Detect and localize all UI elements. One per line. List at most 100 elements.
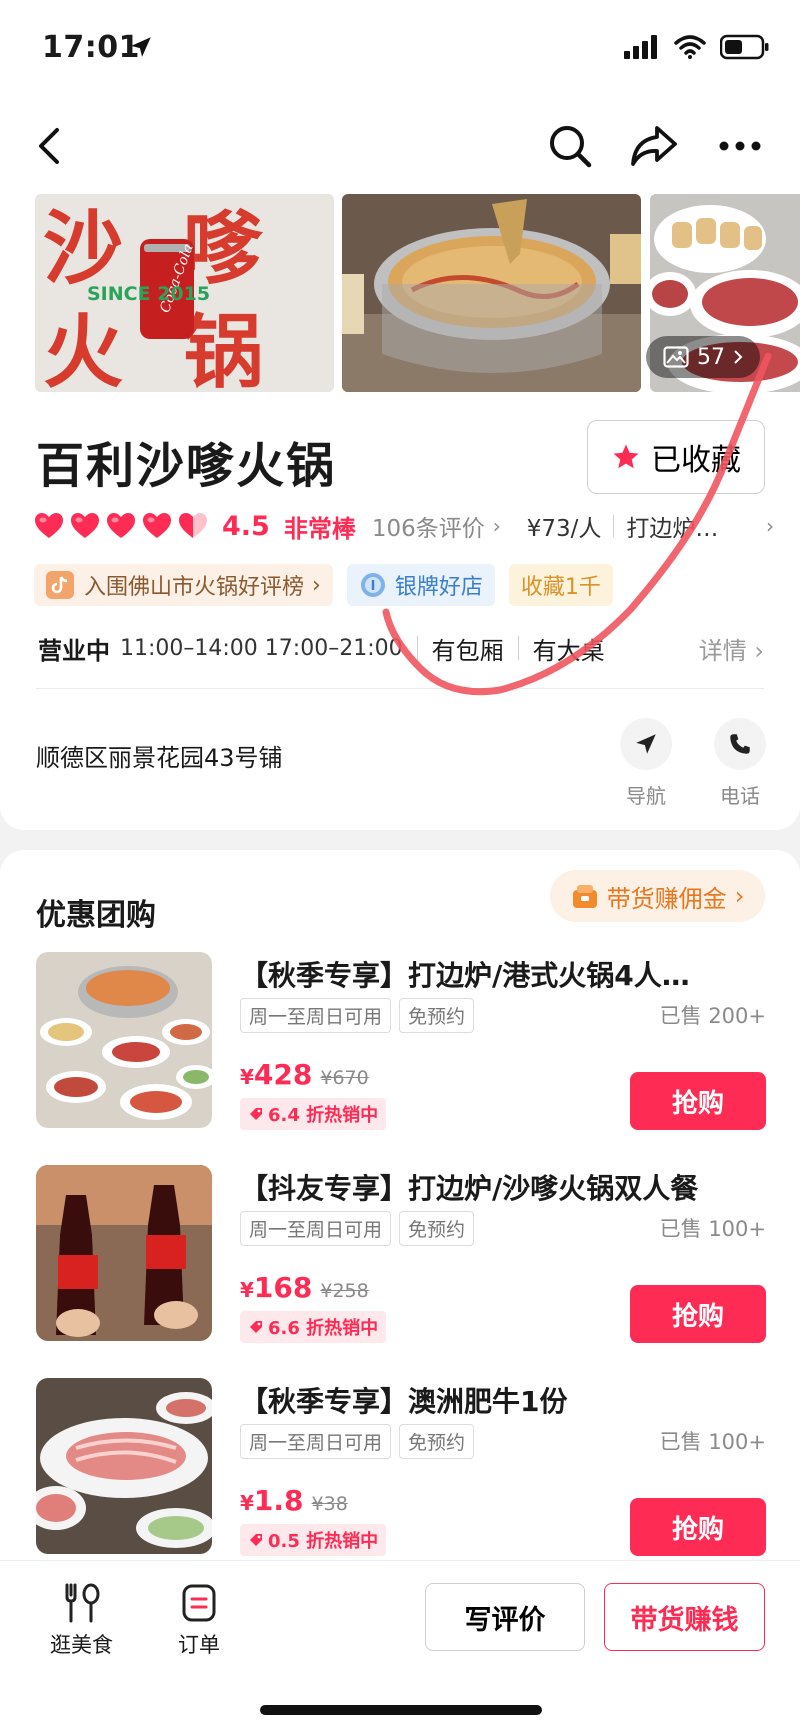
availability-chip: 周一至周日可用 [240, 1211, 392, 1246]
buy-button[interactable]: 抢购 [630, 1285, 766, 1343]
commission-label: 带货赚佣金 [606, 884, 727, 913]
current-price-value: 1.8 [253, 1484, 304, 1517]
buy-button[interactable]: 抢购 [630, 1072, 766, 1130]
tag-icon [250, 1321, 262, 1333]
ranking-tag[interactable]: 入围佛山市火锅好评榜 › [34, 564, 333, 606]
deal-item[interactable]: 【秋季专享】澳洲肥牛1份 周一至周日可用 免预约 已售 100+ ¥1.8 ¥3… [36, 1378, 766, 1558]
buy-button[interactable]: 抢购 [630, 1498, 766, 1556]
original-price: ¥258 [320, 1280, 369, 1302]
deal-image[interactable] [36, 952, 212, 1128]
deal-image[interactable] [36, 1165, 212, 1341]
chevron-right-icon [734, 350, 743, 364]
deal-price: ¥1.8 ¥38 [240, 1484, 348, 1517]
deal-chips: 周一至周日可用 免预约 [240, 1424, 475, 1459]
deal-chips: 周一至周日可用 免预约 [240, 1211, 475, 1246]
tab-explore-label: 逛美食 [50, 1633, 113, 1657]
svg-text:沙: 沙 [43, 202, 123, 295]
location-arrow-icon [128, 34, 154, 64]
collect-count-tag: 收藏1千 [508, 564, 613, 606]
deal-item[interactable]: 【秋季专享】打边炉/港式火锅4人… 周一至周日可用 免预约 已售 200+ ¥4… [36, 952, 766, 1132]
status-bar: 17:01 [0, 0, 800, 100]
sold-count: 已售 100+ [659, 1217, 766, 1241]
discount-badge: 0.5 折热销中 [240, 1524, 387, 1556]
feature-private-room: 有包厢 [431, 636, 504, 665]
photo-count-badge[interactable]: 57 [646, 336, 760, 378]
status-time: 17:01 [42, 30, 140, 65]
current-price: ¥168 [240, 1271, 313, 1304]
star-icon [613, 444, 639, 469]
earn-commission-button[interactable]: 带货赚佣金 › [550, 870, 765, 922]
silver-medal-icon [360, 573, 385, 597]
shop-name: 百利沙嗲火锅 [36, 438, 337, 494]
back-arrow-icon[interactable] [22, 118, 78, 174]
tab-orders-label: 订单 [178, 1633, 220, 1657]
favorite-label: 已收藏 [651, 444, 741, 477]
collect-count-label: 收藏1千 [520, 575, 601, 600]
original-price: ¥38 [311, 1493, 348, 1515]
silver-shop-label: 银牌好店 [394, 575, 483, 600]
tab-orders[interactable]: 订单 [178, 1583, 220, 1659]
call-button[interactable]: 电话 [708, 718, 772, 809]
discount-badge: 6.4 折热销中 [240, 1098, 387, 1130]
sold-count: 已售 200+ [659, 1004, 766, 1028]
business-status: 营业中 [38, 636, 110, 665]
hours-row[interactable]: 营业中 11:00–14:00 17:00–21:00 有包厢 有大桌 详情 › [38, 628, 764, 668]
search-icon[interactable] [542, 118, 598, 174]
write-review-button[interactable]: 写评价 [425, 1583, 585, 1651]
silver-shop-tag[interactable]: 银牌好店 [346, 564, 495, 606]
tags-row: 入围佛山市火锅好评榜 › 银牌好店 收藏1千 [34, 564, 613, 606]
details-label: 详情 [698, 636, 747, 665]
review-count[interactable]: 106条评价 [372, 509, 485, 543]
more-icon[interactable] [712, 118, 768, 174]
hotpot-photo[interactable] [342, 194, 641, 392]
navigate-button[interactable]: 导航 [614, 718, 678, 809]
current-price: ¥1.8 [240, 1484, 304, 1517]
discount-text: 6.4 折热销中 [268, 1105, 379, 1126]
discount-text: 0.5 折热销中 [268, 1531, 379, 1552]
photo-count-text: 57 [697, 344, 725, 370]
price-per-person: ¥73/人 [526, 516, 602, 542]
heart-icon [143, 513, 171, 538]
fork-spoon-icon [65, 1583, 99, 1623]
svg-text:火: 火 [43, 306, 123, 392]
promote-earn-button[interactable]: 带货赚钱 [604, 1583, 765, 1651]
separator [613, 515, 615, 537]
discount-text: 6.6 折热销中 [268, 1318, 379, 1339]
tag-icon [250, 1534, 262, 1546]
deal-chips: 周一至周日可用 免预约 [240, 998, 475, 1033]
shop-category: 打边炉… [626, 516, 719, 542]
availability-chip: 周一至周日可用 [240, 1424, 392, 1459]
shop-info-card: 百利沙嗲火锅 已收藏 4.5 非常棒 106条评价 › ¥73/人 打边炉… ›… [0, 396, 800, 830]
details-link[interactable]: 详情 › [699, 631, 764, 666]
tab-explore-food[interactable]: 逛美食 [50, 1583, 113, 1659]
wifi-icon [674, 35, 706, 59]
deal-price: ¥168 ¥258 [240, 1271, 369, 1304]
original-price: ¥670 [320, 1067, 369, 1089]
deal-item[interactable]: 【抖友专享】打边炉/沙嗲火锅双人餐 周一至周日可用 免预约 已售 100+ ¥1… [36, 1165, 766, 1345]
deal-image[interactable] [36, 1378, 212, 1554]
navigation-arrow-icon [620, 718, 672, 770]
favorite-button[interactable]: 已收藏 [587, 420, 765, 494]
shop-address[interactable]: 顺德区丽景花园43号铺 [36, 738, 283, 773]
top-nav [0, 100, 800, 190]
status-icons [624, 34, 770, 60]
no-reservation-chip: 免预约 [399, 1211, 475, 1246]
current-price-value: 168 [253, 1271, 313, 1304]
sold-count: 已售 100+ [659, 1430, 766, 1454]
no-reservation-chip: 免预约 [399, 1424, 475, 1459]
rating-hearts [34, 512, 208, 540]
shop-poster-photo[interactable]: 沙 嗲 火 锅 Coca-Cola SINCE 2015 [35, 194, 334, 392]
rating-score: 4.5 [222, 510, 270, 542]
bottom-bar: 逛美食 订单 写评价 带货赚钱 [0, 1560, 800, 1731]
signal-icon [624, 35, 657, 59]
shop-bag-icon [572, 885, 597, 908]
chevron-right-icon: › [734, 882, 745, 910]
chevron-right-icon: › [492, 514, 501, 538]
feature-big-table: 有大桌 [532, 636, 605, 665]
share-icon[interactable] [626, 118, 682, 174]
separator [416, 636, 418, 660]
rating-row[interactable]: 4.5 非常棒 106条评价 › ¥73/人 打边炉… › [34, 506, 774, 546]
chevron-right-icon[interactable]: › [766, 514, 774, 538]
home-indicator[interactable] [260, 1705, 542, 1715]
half-heart-icon [179, 513, 207, 538]
